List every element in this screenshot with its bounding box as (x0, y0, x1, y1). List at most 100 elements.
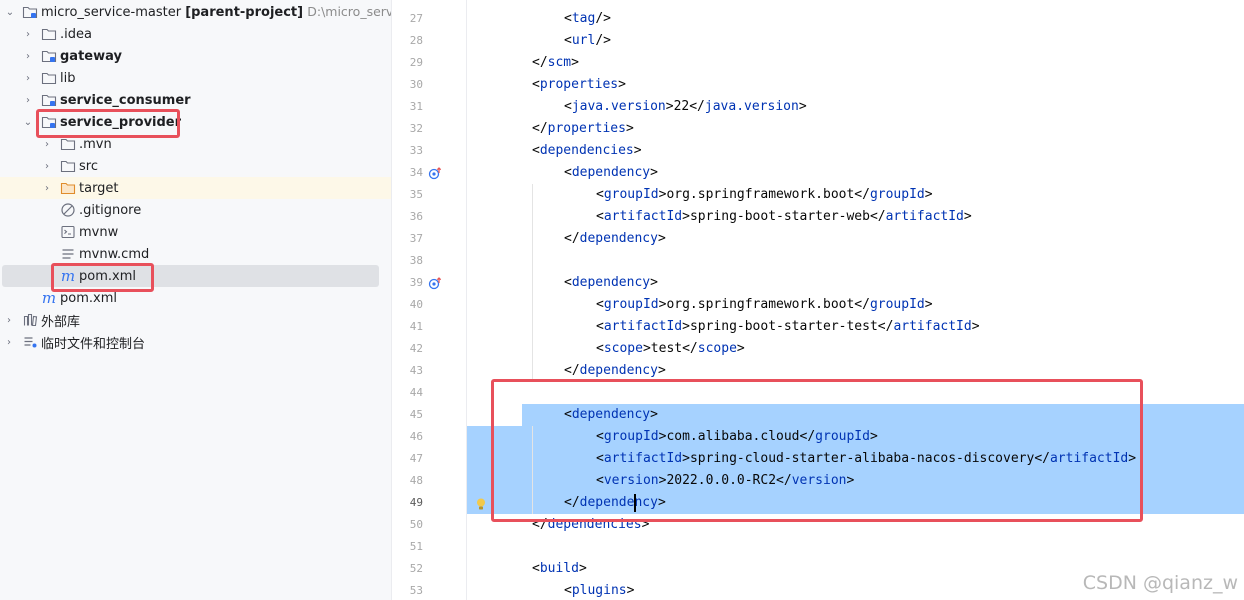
tree-item-mvnw-cmd[interactable]: mvnw.cmd (0, 243, 391, 265)
project-tag: [parent-project] (185, 5, 304, 20)
tree-item-label: mvnw (79, 224, 119, 240)
line-number: 53 (409, 584, 423, 597)
chevron-right-icon[interactable]: › (3, 337, 15, 348)
folder-icon (60, 136, 76, 152)
xml-tag: scope (697, 341, 737, 356)
ignore-file-icon (60, 202, 76, 218)
line-number: 45 (409, 408, 423, 421)
tree-item-idea[interactable]: › .idea (0, 23, 391, 45)
xml-value: spring-boot-starter-web (689, 209, 870, 224)
project-path: D:\micro_service- (307, 4, 391, 19)
line-number: 39 (409, 276, 423, 289)
folder-icon (41, 26, 57, 42)
xml-tag: dependency (571, 165, 651, 180)
xml-tag: scm (547, 55, 572, 70)
xml-tag: java.version (704, 99, 799, 114)
tree-item-service-consumer[interactable]: › service_consumer (0, 89, 391, 111)
code-editor[interactable]: 27 28 29 30 31 32 33 34 35 36 37 38 39 40 41 42 43 44 45 46… (392, 0, 1244, 600)
xml-tag: build (539, 561, 579, 576)
text-file-icon (60, 246, 76, 262)
tree-item-label: src (79, 158, 98, 174)
tree-item-label: .gitignore (79, 202, 142, 218)
xml-tag: dependency (571, 275, 651, 290)
tree-item-label: .mvn (79, 136, 112, 152)
tree-item-target[interactable]: › target (0, 177, 391, 199)
line-number: 48 (409, 474, 423, 487)
line-number: 36 (409, 210, 423, 223)
xml-tag: dependencies (539, 143, 634, 158)
tree-root[interactable]: ⌄ micro_service-master [parent-project] … (0, 1, 391, 23)
xml-value: test (650, 341, 683, 356)
line-number: 38 (409, 254, 423, 267)
code-line: <artifactId>spring-boot-starter-web</art… (596, 209, 972, 224)
xml-value: 22 (673, 99, 690, 114)
chevron-right-icon[interactable]: › (22, 95, 34, 106)
tree-item-label: pom.xml (60, 290, 117, 306)
indent-guide (532, 184, 533, 382)
line-number: 29 (409, 56, 423, 69)
line-number: 50 (409, 518, 423, 531)
xml-tag: scope (603, 341, 643, 356)
tree-item-external-libraries[interactable]: › 外部库 (0, 309, 391, 331)
line-number: 28 (409, 34, 423, 47)
lightbulb-icon[interactable] (474, 496, 488, 510)
line-number: 51 (409, 540, 423, 553)
folder-icon (41, 70, 57, 86)
code-line: <java.version>22</java.version> (564, 99, 807, 114)
tree-item-gateway[interactable]: › gateway (0, 45, 391, 67)
tree-item-label: 外部库 (41, 314, 81, 330)
code-line: </properties> (532, 121, 634, 136)
annotation-box-service-provider (36, 109, 180, 138)
chevron-right-icon[interactable]: › (41, 139, 53, 150)
xml-value: spring-boot-starter-test (689, 319, 878, 334)
line-number: 42 (409, 342, 423, 355)
xml-tag: groupId (603, 297, 659, 312)
tree-item-scratches[interactable]: › 临时文件和控制台 (0, 331, 391, 353)
code-line: <artifactId>spring-boot-starter-test</ar… (596, 319, 980, 334)
code-line: </scm> (532, 55, 579, 70)
chevron-right-icon[interactable]: › (22, 29, 34, 40)
override-marker-icon[interactable] (428, 166, 442, 180)
chevron-down-icon[interactable]: ⌄ (4, 7, 16, 18)
override-marker-icon[interactable] (428, 276, 442, 290)
line-number: 52 (409, 562, 423, 575)
tree-root-label: micro_service-master [parent-project] D:… (41, 4, 391, 20)
xml-tag: properties (547, 121, 626, 136)
xml-tag: groupId (869, 187, 925, 202)
tree-item-src[interactable]: › src (0, 155, 391, 177)
xml-tag: artifactId (893, 319, 972, 334)
watermark: CSDN @qianz_w (1082, 572, 1238, 594)
line-number: 32 (409, 122, 423, 135)
annotation-box-pom (51, 263, 154, 292)
chevron-right-icon[interactable]: › (22, 51, 34, 62)
chevron-right-icon[interactable]: › (41, 183, 53, 194)
code-line: <scope>test</scope> (596, 341, 745, 356)
line-number: 30 (409, 78, 423, 91)
line-number: 41 (409, 320, 423, 333)
code-line: <groupId>org.springframework.boot</group… (596, 297, 933, 312)
tree-item-label: 临时文件和控制台 (41, 336, 146, 352)
module-folder-icon (22, 4, 38, 20)
tree-item-gitignore[interactable]: .gitignore (0, 199, 391, 221)
xml-tag: groupId (603, 187, 659, 202)
line-number: 33 (409, 144, 423, 157)
line-number-gutter: 27 28 29 30 31 32 33 34 35 36 37 38 39 40 41 42 43 44 45 46… (392, 0, 467, 600)
xml-tag: artifactId (885, 209, 964, 224)
xml-tag: artifactId (603, 209, 683, 224)
library-icon (22, 312, 38, 328)
line-number: 43 (409, 364, 423, 377)
chevron-right-icon[interactable]: › (3, 315, 15, 326)
chevron-right-icon[interactable]: › (41, 161, 53, 172)
tree-item-mvnw[interactable]: mvnw (0, 221, 391, 243)
chevron-right-icon[interactable]: › (22, 73, 34, 84)
tree-item-lib[interactable]: › lib (0, 67, 391, 89)
module-folder-icon (41, 92, 57, 108)
annotation-box-new-dependency (491, 379, 1143, 522)
code-line: <url/> (564, 33, 611, 48)
line-number: 40 (409, 298, 423, 311)
xml-tag: properties (539, 77, 619, 92)
code-line: <tag/> (564, 11, 611, 26)
code-line: <dependency> (564, 165, 658, 180)
project-name: micro_service-master (41, 5, 182, 20)
chevron-down-icon[interactable]: ⌄ (22, 117, 34, 128)
